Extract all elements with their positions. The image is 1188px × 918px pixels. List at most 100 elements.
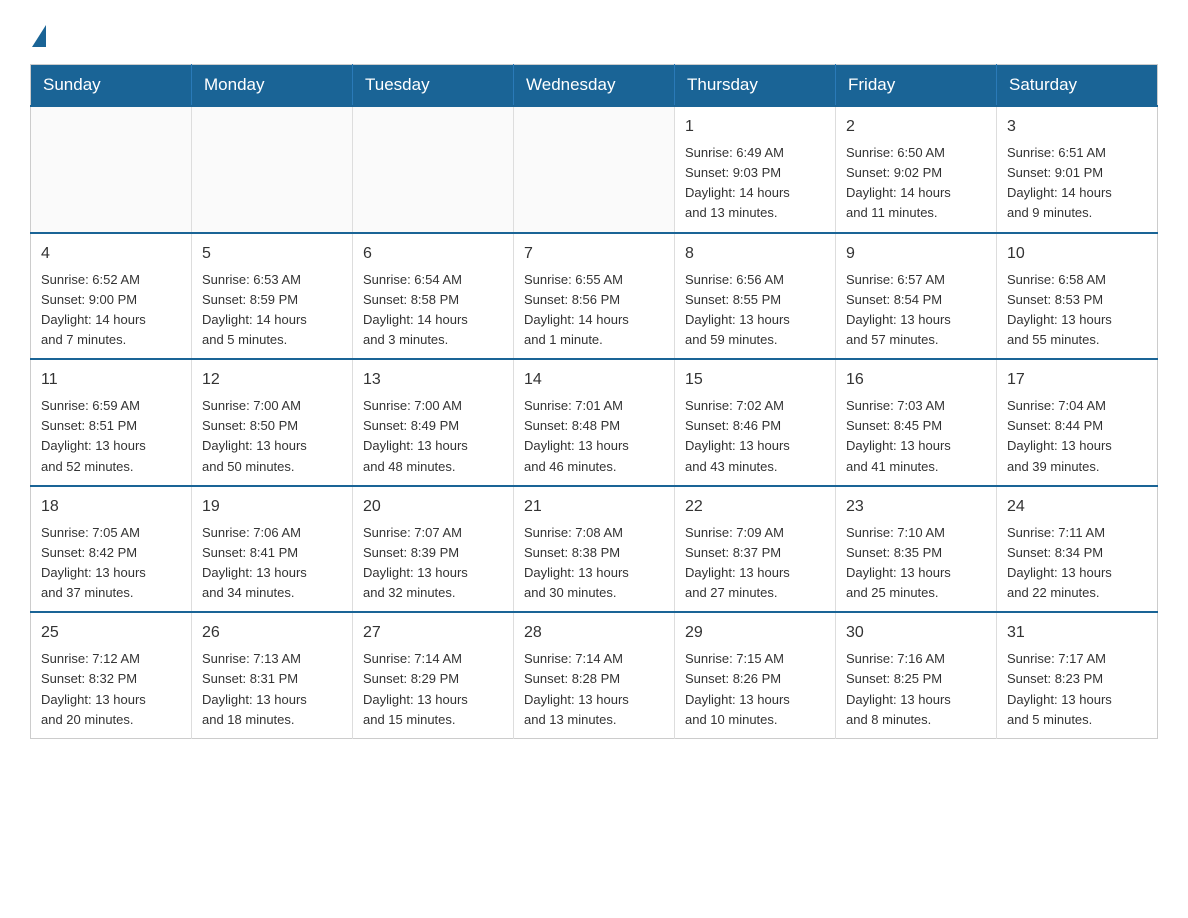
calendar-cell: 9 Sunrise: 6:57 AMSunset: 8:54 PMDaylight… <box>836 233 997 360</box>
day-number: 30 <box>846 621 986 645</box>
calendar-cell <box>514 106 675 233</box>
day-info: Sunrise: 7:16 AMSunset: 8:25 PMDaylight:… <box>846 649 986 730</box>
calendar-cell: 7 Sunrise: 6:55 AMSunset: 8:56 PMDaylight… <box>514 233 675 360</box>
calendar-cell: 17 Sunrise: 7:04 AMSunset: 8:44 PMDayligh… <box>997 359 1158 486</box>
day-info: Sunrise: 7:07 AMSunset: 8:39 PMDaylight:… <box>363 523 503 604</box>
day-info: Sunrise: 6:56 AMSunset: 8:55 PMDaylight:… <box>685 270 825 351</box>
day-number: 9 <box>846 242 986 266</box>
calendar-cell: 16 Sunrise: 7:03 AMSunset: 8:45 PMDayligh… <box>836 359 997 486</box>
calendar-cell: 24 Sunrise: 7:11 AMSunset: 8:34 PMDayligh… <box>997 486 1158 613</box>
day-number: 28 <box>524 621 664 645</box>
calendar-cell: 29 Sunrise: 7:15 AMSunset: 8:26 PMDayligh… <box>675 612 836 738</box>
day-number: 4 <box>41 242 181 266</box>
day-number: 24 <box>1007 495 1147 519</box>
calendar-cell: 21 Sunrise: 7:08 AMSunset: 8:38 PMDayligh… <box>514 486 675 613</box>
day-number: 5 <box>202 242 342 266</box>
calendar-cell <box>31 106 192 233</box>
day-number: 3 <box>1007 115 1147 139</box>
day-info: Sunrise: 6:55 AMSunset: 8:56 PMDaylight:… <box>524 270 664 351</box>
calendar-cell: 6 Sunrise: 6:54 AMSunset: 8:58 PMDaylight… <box>353 233 514 360</box>
calendar-week-row: 25 Sunrise: 7:12 AMSunset: 8:32 PMDayligh… <box>31 612 1158 738</box>
calendar-cell: 19 Sunrise: 7:06 AMSunset: 8:41 PMDayligh… <box>192 486 353 613</box>
day-info: Sunrise: 7:03 AMSunset: 8:45 PMDaylight:… <box>846 396 986 477</box>
day-info: Sunrise: 7:14 AMSunset: 8:29 PMDaylight:… <box>363 649 503 730</box>
calendar-cell: 18 Sunrise: 7:05 AMSunset: 8:42 PMDayligh… <box>31 486 192 613</box>
day-number: 7 <box>524 242 664 266</box>
day-number: 6 <box>363 242 503 266</box>
calendar-cell: 4 Sunrise: 6:52 AMSunset: 9:00 PMDaylight… <box>31 233 192 360</box>
logo-triangle-icon <box>32 25 46 47</box>
weekday-header-monday: Monday <box>192 65 353 107</box>
day-info: Sunrise: 7:12 AMSunset: 8:32 PMDaylight:… <box>41 649 181 730</box>
day-number: 14 <box>524 368 664 392</box>
day-info: Sunrise: 6:54 AMSunset: 8:58 PMDaylight:… <box>363 270 503 351</box>
calendar-cell: 12 Sunrise: 7:00 AMSunset: 8:50 PMDayligh… <box>192 359 353 486</box>
day-info: Sunrise: 7:00 AMSunset: 8:50 PMDaylight:… <box>202 396 342 477</box>
day-number: 26 <box>202 621 342 645</box>
day-number: 29 <box>685 621 825 645</box>
calendar-week-row: 11Sunrise: 6:59 AMSunset: 8:51 PMDayligh… <box>31 359 1158 486</box>
day-info: Sunrise: 7:06 AMSunset: 8:41 PMDaylight:… <box>202 523 342 604</box>
day-info: Sunrise: 7:14 AMSunset: 8:28 PMDaylight:… <box>524 649 664 730</box>
calendar-week-row: 18 Sunrise: 7:05 AMSunset: 8:42 PMDayligh… <box>31 486 1158 613</box>
calendar-cell <box>353 106 514 233</box>
day-number: 12 <box>202 368 342 392</box>
day-info: Sunrise: 7:04 AMSunset: 8:44 PMDaylight:… <box>1007 396 1147 477</box>
day-number: 13 <box>363 368 503 392</box>
calendar-cell: 23 Sunrise: 7:10 AMSunset: 8:35 PMDayligh… <box>836 486 997 613</box>
day-info: Sunrise: 7:17 AMSunset: 8:23 PMDaylight:… <box>1007 649 1147 730</box>
day-number: 23 <box>846 495 986 519</box>
calendar-cell: 22 Sunrise: 7:09 AMSunset: 8:37 PMDayligh… <box>675 486 836 613</box>
calendar-cell: 2 Sunrise: 6:50 AMSunset: 9:02 PMDaylight… <box>836 106 997 233</box>
weekday-header-thursday: Thursday <box>675 65 836 107</box>
day-info: Sunrise: 7:13 AMSunset: 8:31 PMDaylight:… <box>202 649 342 730</box>
calendar-cell: 27Sunrise: 7:14 AMSunset: 8:29 PMDayligh… <box>353 612 514 738</box>
day-info: Sunrise: 7:08 AMSunset: 8:38 PMDaylight:… <box>524 523 664 604</box>
day-number: 15 <box>685 368 825 392</box>
day-number: 2 <box>846 115 986 139</box>
logo <box>30 20 48 44</box>
day-number: 19 <box>202 495 342 519</box>
day-info: Sunrise: 7:00 AMSunset: 8:49 PMDaylight:… <box>363 396 503 477</box>
day-number: 11 <box>41 368 181 392</box>
calendar-cell: 1Sunrise: 6:49 AMSunset: 9:03 PMDaylight… <box>675 106 836 233</box>
weekday-header-sunday: Sunday <box>31 65 192 107</box>
page-header <box>30 20 1158 44</box>
day-number: 17 <box>1007 368 1147 392</box>
calendar-cell: 13 Sunrise: 7:00 AMSunset: 8:49 PMDayligh… <box>353 359 514 486</box>
day-number: 25 <box>41 621 181 645</box>
calendar-table: SundayMondayTuesdayWednesdayThursdayFrid… <box>30 64 1158 739</box>
day-info: Sunrise: 6:58 AMSunset: 8:53 PMDaylight:… <box>1007 270 1147 351</box>
day-info: Sunrise: 7:15 AMSunset: 8:26 PMDaylight:… <box>685 649 825 730</box>
day-info: Sunrise: 7:02 AMSunset: 8:46 PMDaylight:… <box>685 396 825 477</box>
day-info: Sunrise: 7:01 AMSunset: 8:48 PMDaylight:… <box>524 396 664 477</box>
calendar-cell: 25 Sunrise: 7:12 AMSunset: 8:32 PMDayligh… <box>31 612 192 738</box>
day-info: Sunrise: 6:50 AMSunset: 9:02 PMDaylight:… <box>846 143 986 224</box>
day-number: 22 <box>685 495 825 519</box>
day-info: Sunrise: 7:05 AMSunset: 8:42 PMDaylight:… <box>41 523 181 604</box>
day-info: Sunrise: 6:51 AMSunset: 9:01 PMDaylight:… <box>1007 143 1147 224</box>
day-info: Sunrise: 7:09 AMSunset: 8:37 PMDaylight:… <box>685 523 825 604</box>
weekday-header-row: SundayMondayTuesdayWednesdayThursdayFrid… <box>31 65 1158 107</box>
calendar-cell: 11Sunrise: 6:59 AMSunset: 8:51 PMDayligh… <box>31 359 192 486</box>
day-info: Sunrise: 6:52 AMSunset: 9:00 PMDaylight:… <box>41 270 181 351</box>
weekday-header-tuesday: Tuesday <box>353 65 514 107</box>
day-number: 21 <box>524 495 664 519</box>
day-number: 31 <box>1007 621 1147 645</box>
day-number: 18 <box>41 495 181 519</box>
weekday-header-saturday: Saturday <box>997 65 1158 107</box>
calendar-cell: 26 Sunrise: 7:13 AMSunset: 8:31 PMDayligh… <box>192 612 353 738</box>
day-info: Sunrise: 7:11 AMSunset: 8:34 PMDaylight:… <box>1007 523 1147 604</box>
day-info: Sunrise: 6:53 AMSunset: 8:59 PMDaylight:… <box>202 270 342 351</box>
day-info: Sunrise: 7:10 AMSunset: 8:35 PMDaylight:… <box>846 523 986 604</box>
calendar-cell: 10 Sunrise: 6:58 AMSunset: 8:53 PMDayligh… <box>997 233 1158 360</box>
calendar-cell <box>192 106 353 233</box>
day-info: Sunrise: 6:57 AMSunset: 8:54 PMDaylight:… <box>846 270 986 351</box>
weekday-header-wednesday: Wednesday <box>514 65 675 107</box>
calendar-cell: 30 Sunrise: 7:16 AMSunset: 8:25 PMDayligh… <box>836 612 997 738</box>
day-info: Sunrise: 6:49 AMSunset: 9:03 PMDaylight:… <box>685 143 825 224</box>
calendar-cell: 31 Sunrise: 7:17 AMSunset: 8:23 PMDayligh… <box>997 612 1158 738</box>
day-number: 16 <box>846 368 986 392</box>
calendar-cell: 8Sunrise: 6:56 AMSunset: 8:55 PMDaylight… <box>675 233 836 360</box>
day-number: 10 <box>1007 242 1147 266</box>
